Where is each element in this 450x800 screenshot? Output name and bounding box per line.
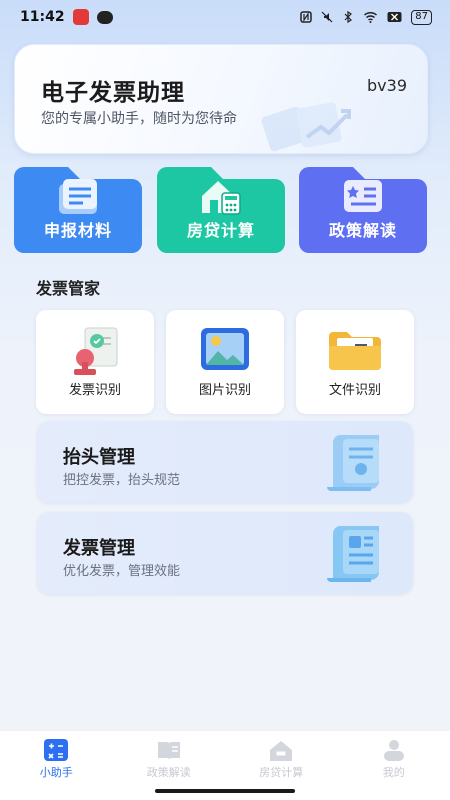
card-invoice-management[interactable]: 发票管理 优化发票，管理效能 (37, 512, 413, 594)
nav-item-profile[interactable]: 我的 (338, 739, 450, 780)
tile-mortgage-calculator[interactable]: 房贷计算 (157, 167, 285, 253)
folder-icon (329, 332, 381, 370)
tile-application-materials[interactable]: 申报材料 (14, 167, 142, 253)
picture-icon (201, 328, 249, 370)
no-sim-icon (387, 12, 402, 22)
nav-item-policy[interactable]: 政策解读 (113, 739, 225, 780)
chart-decoration-icon (261, 102, 351, 152)
wifi-icon (364, 11, 378, 23)
document-stack-icon (59, 179, 97, 214)
home-indicator (155, 789, 295, 793)
tool-image-recognition[interactable]: 图片识别 (166, 310, 284, 414)
nfc-icon (300, 11, 313, 23)
tile-policy-interpretation[interactable]: 政策解读 (299, 167, 427, 253)
invoice-stamp-icon (74, 327, 118, 375)
tile-label: 政策解读 (328, 221, 397, 240)
notification-app-icon (72, 9, 89, 25)
nav-label: 政策解读 (146, 766, 191, 779)
book-icon (157, 742, 180, 760)
policy-book-icon (344, 180, 382, 212)
user-icon (383, 740, 404, 761)
section-title: 发票管家 (36, 279, 101, 298)
scroll-document-icon (327, 435, 379, 491)
header-card: 电子发票助理 您的专属小助手，随时为您待命 bv39 (14, 44, 428, 154)
scroll-document-icon (327, 526, 379, 582)
battery-indicator: 87 (411, 9, 432, 25)
tool-label: 发票识别 (68, 383, 121, 398)
calculator-icon (44, 739, 69, 761)
card-title: 发票管理 (63, 538, 135, 559)
mute-icon (321, 11, 333, 23)
app-subtitle: 您的专属小助手，随时为您待命 (41, 111, 237, 127)
nav-item-assistant[interactable]: 小助手 (0, 739, 112, 780)
bluetooth-icon (344, 11, 353, 23)
status-bar: 11:42 87 (0, 0, 450, 34)
tool-invoice-recognition[interactable]: 发票识别 (36, 310, 154, 414)
nav-label: 房贷计算 (259, 766, 304, 779)
nav-label: 我的 (382, 766, 405, 779)
card-subtitle: 把控发票，抬头规范 (63, 473, 181, 488)
house-calculator-icon (202, 181, 241, 215)
status-time: 11:42 (20, 9, 65, 25)
version-label: bv39 (367, 76, 407, 95)
tool-file-recognition[interactable]: 文件识别 (296, 310, 414, 414)
house-icon (270, 741, 293, 761)
tile-label: 申报材料 (43, 221, 112, 240)
wechat-icon (96, 10, 113, 24)
nav-item-mortgage[interactable]: 房贷计算 (225, 739, 337, 780)
nav-label: 小助手 (39, 766, 73, 779)
card-header-management[interactable]: 抬头管理 把控发票，抬头规范 (37, 421, 413, 503)
tool-label: 图片识别 (198, 383, 251, 398)
tile-label: 房贷计算 (186, 221, 255, 240)
card-title: 抬头管理 (63, 447, 135, 468)
tool-label: 文件识别 (328, 383, 381, 398)
app-title: 电子发票助理 (41, 80, 185, 106)
card-subtitle: 优化发票，管理效能 (63, 564, 181, 579)
